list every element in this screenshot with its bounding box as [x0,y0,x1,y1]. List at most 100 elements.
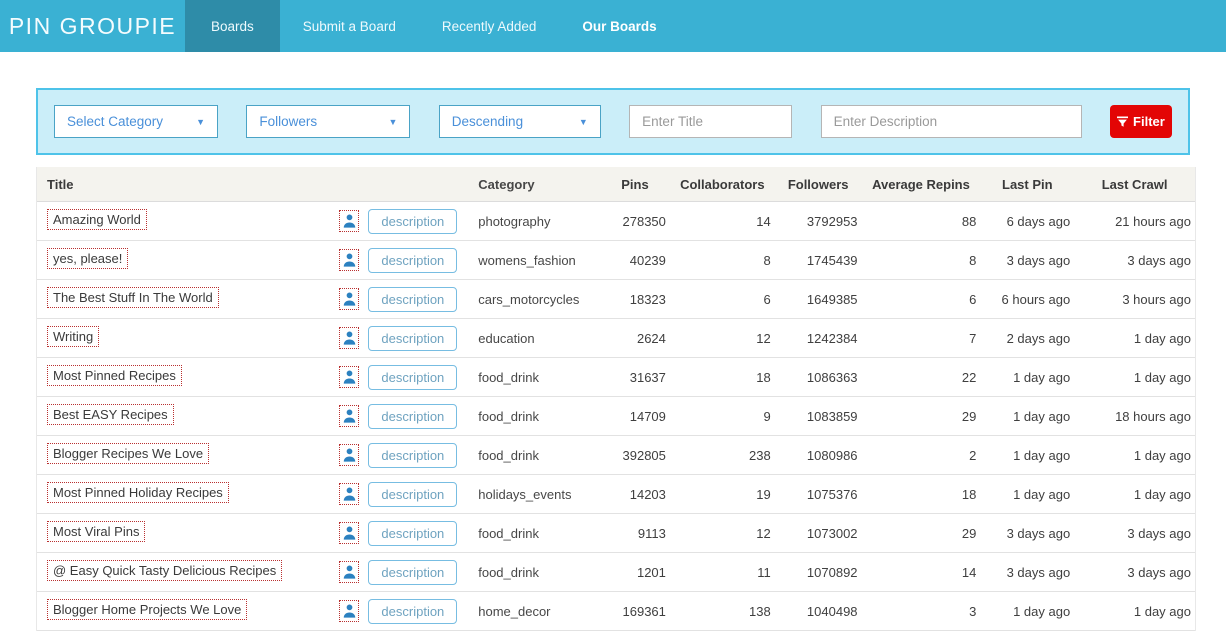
followers-cell: 3792953 [775,214,862,229]
category-cell: food_drink [470,370,600,385]
followers-cell: 1080986 [775,448,862,463]
last-pin-cell: 1 day ago [980,448,1074,463]
board-title[interactable]: Best EASY Recipes [47,404,174,425]
category-cell: food_drink [470,565,600,580]
average-repins-cell: 3 [862,604,981,619]
category-cell: cars_motorcycles [470,292,600,307]
board-title[interactable]: Most Pinned Recipes [47,365,182,386]
average-repins-cell: 2 [862,448,981,463]
pins-cell: 31637 [600,370,670,385]
collaborators-user-icon[interactable] [339,600,359,622]
average-repins-cell: 8 [862,253,981,268]
title-input[interactable] [629,105,792,138]
filter-button[interactable]: Filter [1110,105,1172,138]
last-pin-cell: 1 day ago [980,370,1074,385]
description-button[interactable]: description [368,404,457,429]
column-header-category: Category [470,177,600,192]
description-button[interactable]: description [368,248,457,273]
description-button[interactable]: description [368,209,457,234]
person-icon [343,448,356,462]
collaborators-cell: 238 [670,448,775,463]
collaborators-cell: 8 [670,253,775,268]
average-repins-cell: 18 [862,487,981,502]
collaborators-cell: 12 [670,331,775,346]
average-repins-cell: 88 [862,214,981,229]
sort-field-select[interactable]: Followers ▼ [246,105,410,138]
board-title[interactable]: Blogger Recipes We Love [47,443,209,464]
board-title[interactable]: Most Viral Pins [47,521,145,542]
last-crawl-cell: 1 day ago [1074,331,1195,346]
person-icon [343,253,356,267]
followers-cell: 1070892 [775,565,862,580]
filter-button-label: Filter [1133,114,1165,129]
collaborators-user-icon[interactable] [339,522,359,544]
collaborators-user-icon[interactable] [339,327,359,349]
pins-cell: 169361 [600,604,670,619]
description-button[interactable]: description [368,482,457,507]
last-pin-cell: 3 days ago [980,253,1074,268]
followers-cell: 1040498 [775,604,862,619]
last-pin-cell: 3 days ago [980,526,1074,541]
sort-order-select[interactable]: Descending ▼ [439,105,601,138]
pins-cell: 9113 [600,526,670,541]
description-button[interactable]: description [368,560,457,585]
description-button[interactable]: description [368,521,457,546]
board-title[interactable]: Most Pinned Holiday Recipes [47,482,229,503]
board-title[interactable]: @ Easy Quick Tasty Delicious Recipes [47,560,282,581]
collaborators-user-icon[interactable] [339,249,359,271]
chevron-down-icon: ▼ [579,117,588,127]
table-row: Amazing World description photography 27… [37,202,1195,241]
collaborators-cell: 6 [670,292,775,307]
collaborators-user-icon[interactable] [339,366,359,388]
last-pin-cell: 2 days ago [980,331,1074,346]
filter-panel: Select Category ▼ Followers ▼ Descending… [36,88,1190,155]
board-title[interactable]: The Best Stuff In The World [47,287,219,308]
person-icon [343,331,356,345]
description-button[interactable]: description [368,326,457,351]
board-title[interactable]: Amazing World [47,209,147,230]
collaborators-user-icon[interactable] [339,288,359,310]
board-title[interactable]: Blogger Home Projects We Love [47,599,247,620]
nav-tab-submit-a-board[interactable]: Submit a Board [280,0,419,52]
collaborators-cell: 19 [670,487,775,502]
nav-tab-recently-added[interactable]: Recently Added [419,0,560,52]
table-row: yes, please! description womens_fashion … [37,241,1195,280]
chevron-down-icon: ▼ [196,117,205,127]
description-input[interactable] [821,105,1082,138]
chevron-down-icon: ▼ [388,117,397,127]
column-header-pins: Pins [600,177,670,192]
app-logo: PIN GROUPIE [0,0,185,52]
pins-cell: 18323 [600,292,670,307]
average-repins-cell: 14 [862,565,981,580]
table-row: The Best Stuff In The World description … [37,280,1195,319]
collaborators-user-icon[interactable] [339,483,359,505]
category-cell: food_drink [470,526,600,541]
table-row: Best EASY Recipes description food_drink… [37,397,1195,436]
last-pin-cell: 6 days ago [980,214,1074,229]
description-button[interactable]: description [368,287,457,312]
collaborators-user-icon[interactable] [339,444,359,466]
nav-tab-our-boards[interactable]: Our Boards [559,0,679,52]
board-title[interactable]: yes, please! [47,248,128,269]
column-header-followers: Followers [775,177,862,192]
last-crawl-cell: 3 days ago [1074,526,1195,541]
category-cell: womens_fashion [470,253,600,268]
description-button[interactable]: description [368,599,457,624]
pins-cell: 392805 [600,448,670,463]
category-select[interactable]: Select Category ▼ [54,105,218,138]
person-icon [343,370,356,384]
table-row: Blogger Home Projects We Love descriptio… [37,592,1195,631]
column-header-title: Title [37,177,331,192]
collaborators-cell: 12 [670,526,775,541]
description-button[interactable]: description [368,365,457,390]
sort-order-select-value: Descending [452,114,523,129]
description-button[interactable]: description [368,443,457,468]
last-pin-cell: 1 day ago [980,409,1074,424]
board-title[interactable]: Writing [47,326,99,347]
average-repins-cell: 29 [862,526,981,541]
collaborators-user-icon[interactable] [339,561,359,583]
pins-cell: 40239 [600,253,670,268]
collaborators-user-icon[interactable] [339,210,359,232]
collaborators-user-icon[interactable] [339,405,359,427]
nav-tab-boards[interactable]: Boards [185,0,280,52]
